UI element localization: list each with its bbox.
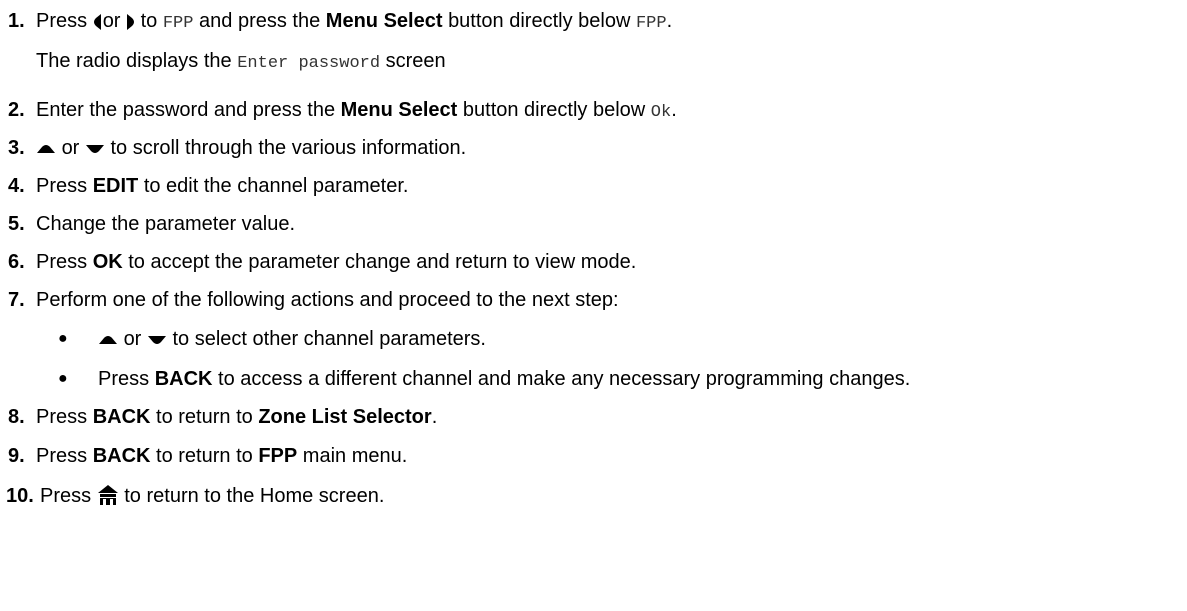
step-number: 9. <box>8 445 25 467</box>
down-arrow-icon <box>85 144 105 154</box>
step-number: 8. <box>8 406 25 428</box>
step-text: Press BACK to return to FPP main menu. <box>36 445 408 467</box>
step-number: 7. <box>8 289 25 311</box>
step-number: 4. <box>8 175 25 197</box>
step-text: Press BACK to return to Zone List Select… <box>36 406 438 428</box>
step-number: 2. <box>8 99 25 121</box>
down-arrow-icon <box>147 335 167 345</box>
left-arrow-icon <box>93 13 102 31</box>
step-text: Enter the password and press the Menu Se… <box>36 99 677 122</box>
step-text: or to scroll through the various informa… <box>36 136 466 160</box>
step-number: 6. <box>8 251 25 273</box>
bullet: ● <box>58 370 68 387</box>
step-text: Press to return to the Home screen. <box>40 484 385 507</box>
step-text: Change the parameter value. <box>36 213 296 235</box>
step-text: Perform one of the following actions and… <box>36 289 619 311</box>
step-text: Press or to FPP and press the Menu Selec… <box>36 10 673 33</box>
bullet: ● <box>58 330 68 347</box>
step-text: The radio displays the Enter password sc… <box>36 50 446 73</box>
bullet-text: or to select other channel parameters. <box>98 327 486 351</box>
up-arrow-icon <box>98 335 118 345</box>
home-icon <box>97 484 119 506</box>
step-number: 10. <box>6 485 34 507</box>
step-text: Press OK to accept the parameter change … <box>36 251 637 273</box>
step-text: Press EDIT to edit the channel parameter… <box>36 175 409 197</box>
up-arrow-icon <box>36 144 56 154</box>
bullet-text: Press BACK to access a different channel… <box>98 368 911 390</box>
step-number: 1. <box>8 10 25 32</box>
step-number: 5. <box>8 213 25 235</box>
step-number: 3. <box>8 137 25 159</box>
procedure-document: 1. Press or to FPP and press the Menu Se… <box>0 0 1187 611</box>
right-arrow-icon <box>126 13 135 31</box>
